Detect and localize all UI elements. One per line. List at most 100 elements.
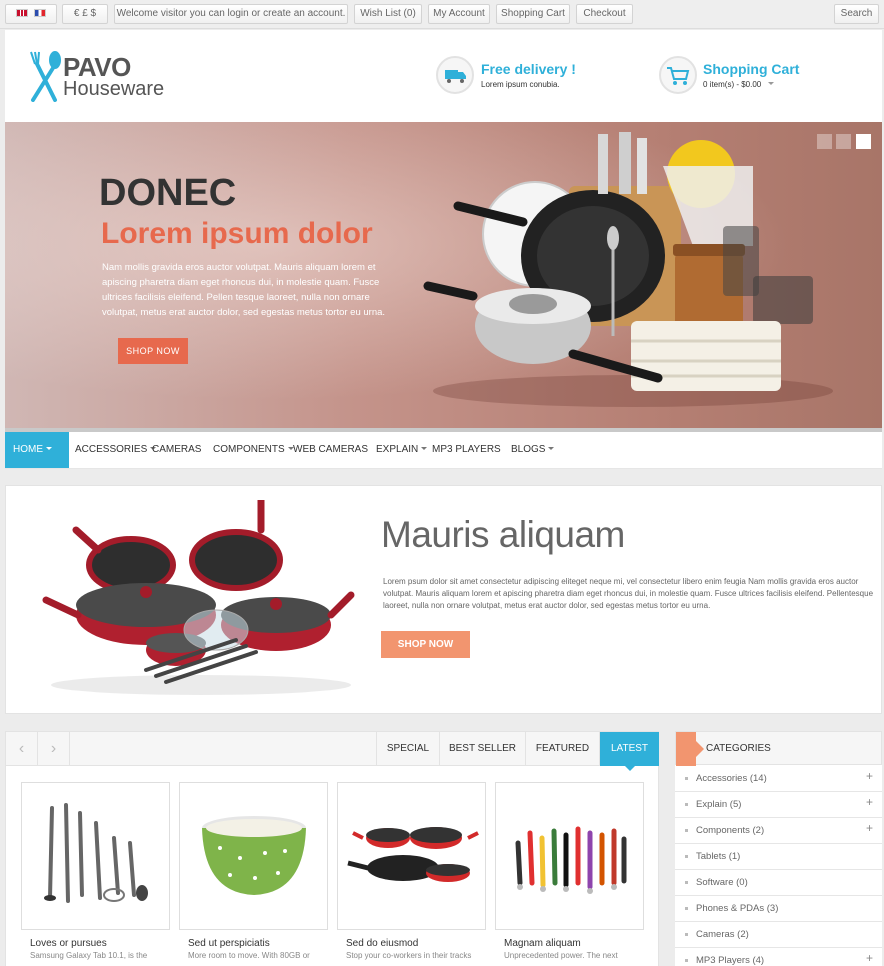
categories-ribbon [676, 732, 704, 766]
cart-summary-text: 0 item(s) - $0.00 [703, 80, 762, 89]
fork-spoon-logo-icon [30, 51, 61, 102]
kitchenware-image [423, 132, 833, 407]
bullet-icon [685, 907, 688, 910]
logo-text-houseware: Houseware [63, 78, 165, 100]
bullet-icon [685, 933, 688, 936]
currency-switcher[interactable]: € £ $ [62, 4, 108, 24]
product-tab-bar: ‹ › SPECIAL BEST SELLER FEATURED LATEST [6, 732, 659, 771]
slider-subtitle: Lorem ipsum dolor [101, 217, 373, 250]
feature-banner: Mauris aliquam Lorem psum dolor sit amet… [5, 485, 882, 714]
chevron-down-icon [421, 447, 428, 450]
expand-plus-icon[interactable]: + [866, 789, 873, 815]
chevron-down-icon [768, 82, 775, 85]
product-image-pan-set [347, 827, 479, 882]
category-label: MP3 Players (4) [696, 955, 765, 966]
chevron-down-icon [46, 447, 52, 450]
product-image-kitchen-tools [515, 826, 627, 894]
welcome-message[interactable]: Welcome visitor you can login or create … [114, 4, 348, 24]
product-name[interactable]: Sed do eiusmod [346, 938, 418, 949]
menu-item-mp3-players[interactable]: MP3 PLAYERS [432, 432, 501, 468]
site-header: PAVO Houseware Free delivery ! Lorem ips… [5, 30, 882, 122]
cart-icon[interactable] [659, 56, 697, 94]
search-button[interactable]: Search [834, 4, 879, 24]
menu-item-web-cameras[interactable]: WEB CAMERAS [293, 432, 368, 468]
bullet-icon [685, 803, 688, 806]
header-cart-summary[interactable]: 0 item(s) - $0.00 [703, 80, 775, 89]
bullet-icon [685, 777, 688, 780]
product-card[interactable] [337, 782, 486, 930]
category-label: Software (0) [696, 877, 748, 888]
bullet-icon [685, 855, 688, 858]
product-tabs-panel: ‹ › SPECIAL BEST SELLER FEATURED LATEST [5, 731, 659, 966]
top-bar: € £ $ Welcome visitor you can login or c… [0, 0, 884, 29]
product-card[interactable] [179, 782, 328, 930]
slider-title: DONEC [99, 172, 237, 214]
category-label: Accessories (14) [696, 773, 767, 784]
free-delivery-title: Free delivery ! [481, 61, 576, 77]
menu-item-mp3-players-label: MP3 PLAYERS [432, 444, 501, 455]
tab-best-seller[interactable]: BEST SELLER [439, 732, 525, 766]
feature-shop-now-button[interactable]: SHOP NOW [381, 631, 470, 658]
product-name[interactable]: Loves or pursues [30, 938, 107, 949]
category-item-mp3-players[interactable]: MP3 Players (4) + [675, 948, 882, 966]
tab-latest[interactable]: LATEST [599, 732, 659, 771]
category-label: Explain (5) [696, 799, 742, 810]
category-label: Phones & PDAs (3) [696, 903, 779, 914]
product-description: Samsung Galaxy Tab 10.1, is the [30, 951, 148, 960]
product-card[interactable] [495, 782, 644, 930]
category-item-explain[interactable]: Explain (5) + [675, 792, 882, 818]
expand-plus-icon[interactable]: + [866, 815, 873, 841]
menu-item-blogs[interactable]: BLOGS [511, 432, 555, 468]
category-item-tablets[interactable]: Tablets (1) [675, 844, 882, 870]
category-item-software[interactable]: Software (0) [675, 870, 882, 896]
menu-item-cameras[interactable]: CAMERAS [152, 432, 201, 468]
checkout-link[interactable]: Checkout [576, 4, 633, 24]
tab-special[interactable]: SPECIAL [376, 732, 439, 766]
tab-featured[interactable]: FEATURED [525, 732, 599, 766]
product-description: Unprecedented power. The next [504, 951, 618, 960]
product-name[interactable]: Sed ut perspiciatis [188, 938, 270, 949]
menu-item-cameras-label: CAMERAS [152, 444, 202, 455]
slider-dot-2[interactable] [836, 134, 851, 149]
menu-item-components[interactable]: COMPONENTS [213, 432, 294, 468]
menu-item-accessories[interactable]: ACCESSORIES [75, 432, 157, 468]
category-item-accessories[interactable]: Accessories (14) + [675, 766, 882, 792]
bullet-icon [685, 829, 688, 832]
delivery-truck-icon [436, 56, 474, 94]
category-label: Components (2) [696, 825, 765, 836]
category-label: Tablets (1) [696, 851, 741, 862]
slider-shop-now-button[interactable]: SHOP NOW [118, 338, 188, 364]
expand-plus-icon[interactable]: + [866, 763, 873, 789]
categories-title: CATEGORIES [706, 743, 771, 754]
slider-dot-3[interactable] [856, 134, 871, 149]
menu-item-web-cameras-label: WEB CAMERAS [293, 444, 369, 455]
slider-dot-1[interactable] [817, 134, 832, 149]
carousel-next-icon[interactable]: › [38, 732, 70, 766]
menu-item-explain[interactable]: EXPLAIN [376, 432, 428, 468]
wishlist-link[interactable]: Wish List (0) [354, 4, 422, 24]
menu-item-explain-label: EXPLAIN [376, 444, 419, 455]
category-item-components[interactable]: Components (2) + [675, 818, 882, 844]
category-item-cameras[interactable]: Cameras (2) [675, 922, 882, 948]
chevron-down-icon [548, 447, 555, 450]
shopping-cart-link[interactable]: Shopping Cart [496, 4, 570, 24]
feature-description: Lorem psum dolor sit amet consectetur ad… [383, 577, 874, 610]
free-delivery-subtitle: Lorem ipsum conubia. [481, 80, 560, 89]
category-item-phones-pdas[interactable]: Phones & PDAs (3) [675, 896, 882, 922]
language-switcher[interactable] [5, 4, 57, 24]
carousel-prev-icon[interactable]: ‹ [6, 732, 38, 766]
product-name[interactable]: Magnam aliquam [504, 938, 581, 949]
slider-description: Nam mollis gravida eros auctor volutpat.… [102, 262, 386, 318]
header-cart-title[interactable]: Shopping Cart [703, 61, 799, 77]
product-description: More room to move. With 80GB or [188, 951, 310, 960]
french-flag-icon[interactable] [34, 9, 46, 17]
menu-item-home[interactable]: HOME [5, 432, 69, 468]
my-account-link[interactable]: My Account [428, 4, 490, 24]
bullet-icon [685, 881, 688, 884]
expand-plus-icon[interactable]: + [866, 945, 873, 966]
main-menu: HOME ACCESSORIES CAMERAS COMPONENTS WEB … [5, 428, 882, 469]
english-flag-icon[interactable] [16, 9, 28, 17]
red-cookware-image [42, 500, 355, 695]
category-label: Cameras (2) [696, 929, 749, 940]
product-card[interactable] [21, 782, 170, 930]
